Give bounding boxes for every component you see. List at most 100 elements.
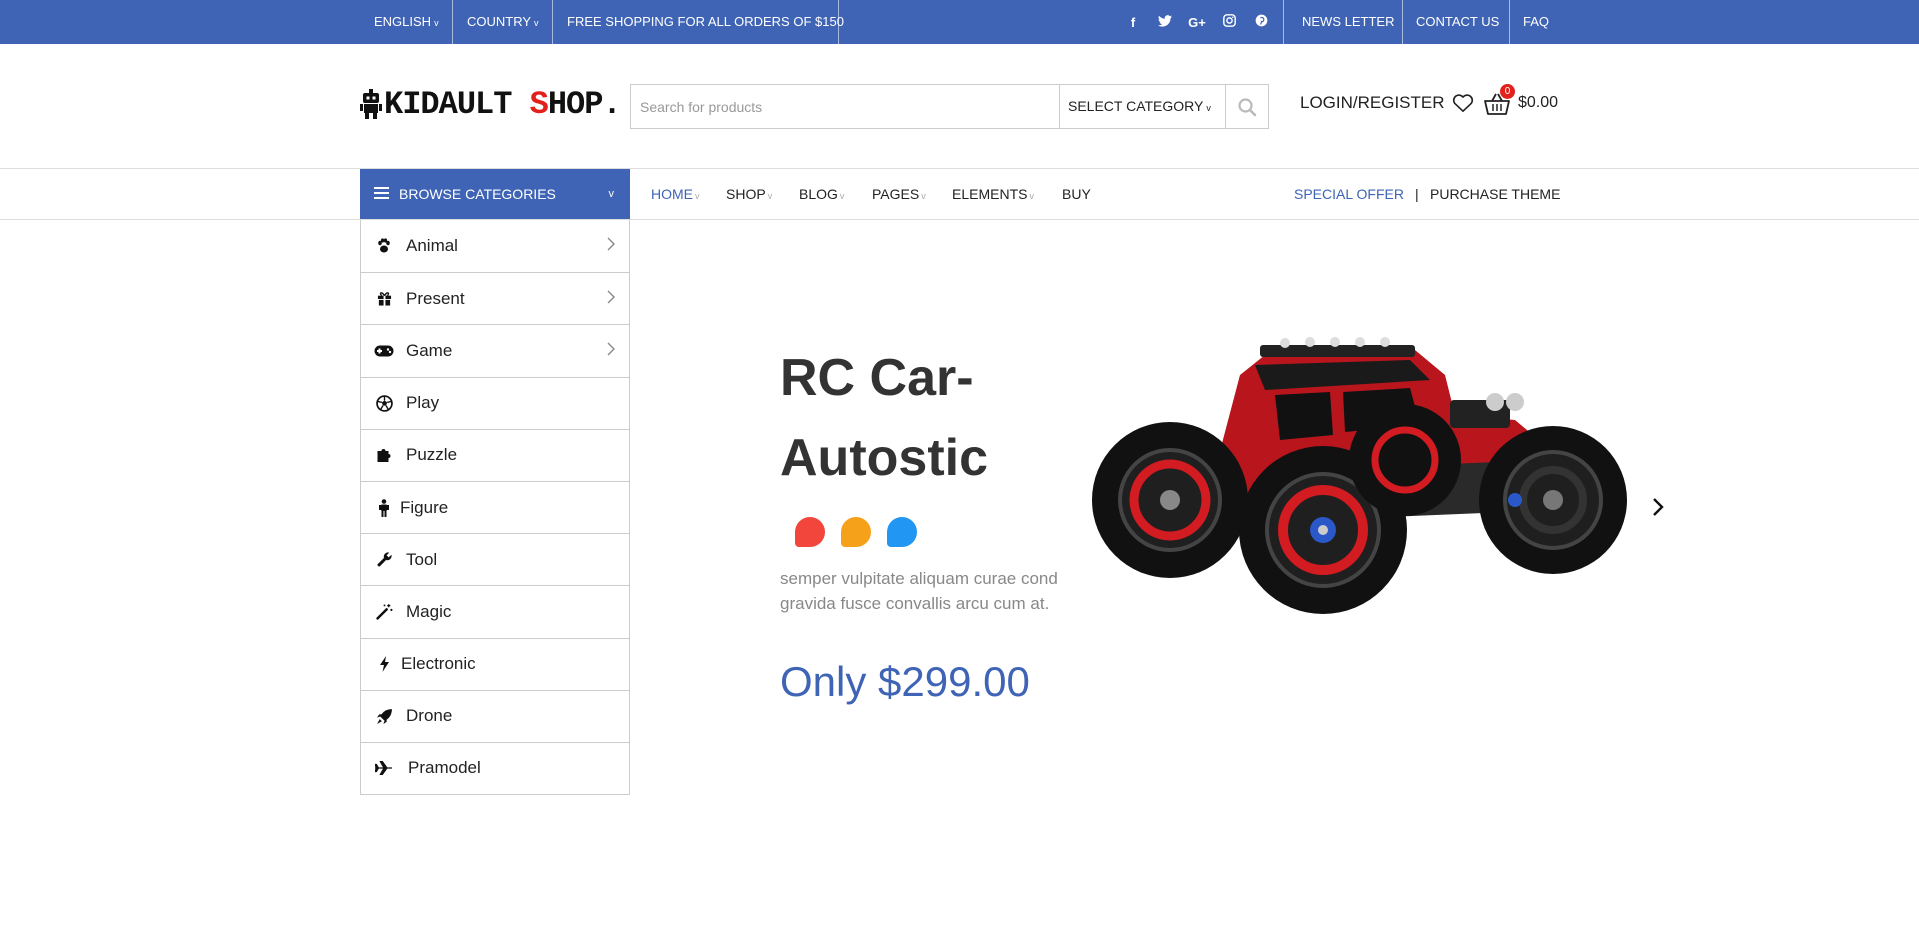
login-register-link[interactable]: LOGIN/REGISTER bbox=[1300, 93, 1445, 113]
paw-icon bbox=[374, 237, 394, 255]
browse-categories-button[interactable]: BROWSE CATEGORIES v bbox=[360, 169, 630, 219]
category-label: Electronic bbox=[401, 654, 476, 674]
chevron-down-icon: v bbox=[839, 191, 845, 201]
special-offer-link[interactable]: SPECIAL OFFER bbox=[1294, 169, 1404, 219]
divider bbox=[0, 219, 1919, 220]
category-item-magic[interactable]: Magic bbox=[361, 585, 629, 637]
slider-next-arrow-icon[interactable] bbox=[1652, 498, 1664, 516]
category-item-drone[interactable]: Drone bbox=[361, 689, 629, 742]
category-label: Magic bbox=[406, 601, 452, 621]
color-swatch-red[interactable] bbox=[795, 517, 825, 547]
newsletter-link[interactable]: NEWS LETTER bbox=[1288, 0, 1408, 44]
search-bar: SELECT CATEGORYv bbox=[630, 84, 1269, 129]
country-select[interactable]: COUNTRY v bbox=[453, 0, 553, 44]
country-label: COUNTRY bbox=[467, 14, 532, 29]
magic-wand-icon bbox=[374, 603, 394, 621]
category-label: Present bbox=[406, 288, 465, 308]
robot-icon bbox=[360, 89, 382, 119]
hero-price: Only $299.00 bbox=[780, 658, 1030, 705]
bolt-icon bbox=[374, 655, 394, 673]
wishlist-heart-icon[interactable] bbox=[1452, 93, 1474, 113]
color-swatch-blue[interactable] bbox=[887, 517, 917, 547]
category-label: Drone bbox=[406, 706, 453, 726]
category-item-animal[interactable]: Animal bbox=[361, 220, 629, 272]
nav-elements[interactable]: ELEMENTS v bbox=[952, 169, 1034, 219]
nav-home[interactable]: HOME v bbox=[651, 169, 700, 219]
language-select[interactable]: ENGLISH v bbox=[360, 0, 453, 44]
gamepad-icon bbox=[374, 342, 394, 360]
chevron-down-icon: v bbox=[1206, 103, 1211, 113]
rocket-icon bbox=[374, 707, 394, 725]
logo-text: KIDAULT SHOP. bbox=[384, 85, 622, 123]
hero-title-line1: RC Car- bbox=[780, 349, 974, 407]
google-plus-icon[interactable]: G+ bbox=[1188, 15, 1206, 30]
cart-total[interactable]: $0.00 bbox=[1518, 94, 1558, 112]
search-icon bbox=[1238, 97, 1257, 116]
category-item-pramodel[interactable]: Pramodel bbox=[361, 741, 629, 794]
menu-icon bbox=[374, 187, 389, 199]
divider bbox=[838, 0, 839, 44]
hero-title: RC Car- Autostic bbox=[780, 338, 1060, 498]
nav-buy[interactable]: BUY bbox=[1062, 169, 1091, 219]
twitter-icon[interactable] bbox=[1156, 14, 1174, 30]
category-label: Puzzle bbox=[406, 445, 458, 465]
hero-title-line2: Autostic bbox=[780, 429, 988, 487]
nav-separator: | bbox=[1415, 186, 1419, 202]
color-swatch-orange[interactable] bbox=[841, 517, 871, 547]
nav-elements-label: ELEMENTS bbox=[952, 186, 1028, 202]
hero-description-line1: semper vulpitate aliquam curae cond bbox=[780, 569, 1058, 588]
pinterest-icon[interactable] bbox=[1252, 14, 1270, 30]
hero-description-line2: gravida fusce convallis arcu cum at. bbox=[780, 594, 1050, 613]
chevron-down-icon: v bbox=[534, 18, 539, 28]
instagram-icon[interactable] bbox=[1220, 14, 1238, 30]
faq-link[interactable]: FAQ bbox=[1509, 0, 1563, 44]
category-item-figure[interactable]: Figure bbox=[361, 480, 629, 533]
chevron-down-icon: v bbox=[921, 191, 926, 201]
rc-car-image bbox=[1092, 337, 1627, 614]
site-logo[interactable]: KIDAULT SHOP. bbox=[360, 85, 622, 123]
search-input[interactable] bbox=[631, 85, 1059, 128]
browse-categories-label: BROWSE CATEGORIES bbox=[399, 186, 556, 202]
nav-shop[interactable]: SHOP v bbox=[726, 169, 772, 219]
category-item-game[interactable]: Game bbox=[361, 324, 629, 376]
logo-text-accent: S bbox=[529, 85, 549, 123]
child-figure-icon bbox=[374, 498, 394, 517]
search-button[interactable] bbox=[1225, 85, 1268, 128]
category-item-tool[interactable]: Tool bbox=[361, 533, 629, 585]
nav-pages-label: PAGES bbox=[872, 186, 920, 202]
category-item-play[interactable]: Play bbox=[361, 376, 629, 429]
category-item-electronic[interactable]: Electronic bbox=[361, 637, 629, 690]
category-item-present[interactable]: Present bbox=[361, 272, 629, 324]
category-label: Pramodel bbox=[408, 758, 481, 778]
wrench-icon bbox=[374, 551, 394, 569]
social-links: f G+ bbox=[1124, 0, 1270, 44]
category-item-puzzle[interactable]: Puzzle bbox=[361, 428, 629, 481]
facebook-icon[interactable]: f bbox=[1124, 15, 1142, 30]
gift-icon bbox=[374, 290, 394, 308]
nav-pages[interactable]: PAGES v bbox=[872, 169, 926, 219]
category-label: Animal bbox=[406, 236, 458, 256]
chevron-down-icon: v bbox=[695, 191, 700, 201]
puzzle-icon bbox=[374, 446, 394, 464]
chevron-right-icon bbox=[607, 290, 615, 304]
purchase-theme-link[interactable]: PURCHASE THEME bbox=[1430, 169, 1560, 219]
soccer-ball-icon bbox=[374, 394, 394, 412]
nav-shop-label: SHOP bbox=[726, 186, 766, 202]
plane-icon bbox=[374, 759, 394, 777]
promo-text: FREE SHOPPING FOR ALL ORDERS OF $150 bbox=[567, 14, 844, 29]
nav-home-label: HOME bbox=[651, 186, 693, 202]
top-bar: ENGLISH v COUNTRY v FREE SHOPPING FOR ALL … bbox=[0, 0, 1919, 44]
category-select[interactable]: SELECT CATEGORY v bbox=[1059, 85, 1225, 128]
category-label: Play bbox=[406, 393, 440, 413]
logo-text-main: KIDAULT bbox=[384, 85, 530, 123]
chevron-down-icon: v bbox=[767, 191, 773, 201]
nav-blog[interactable]: BLOG v bbox=[799, 169, 844, 219]
contact-us-link[interactable]: CONTACT US bbox=[1402, 0, 1513, 44]
chevron-right-icon bbox=[607, 237, 615, 251]
category-label: Tool bbox=[406, 549, 438, 569]
chevron-down-icon: v bbox=[608, 188, 615, 200]
color-options bbox=[795, 517, 917, 547]
hero-description: semper vulpitate aliquam curae cond grav… bbox=[780, 566, 1080, 616]
chevron-down-icon: v bbox=[434, 18, 439, 28]
cart-count-badge: 0 bbox=[1500, 84, 1515, 99]
